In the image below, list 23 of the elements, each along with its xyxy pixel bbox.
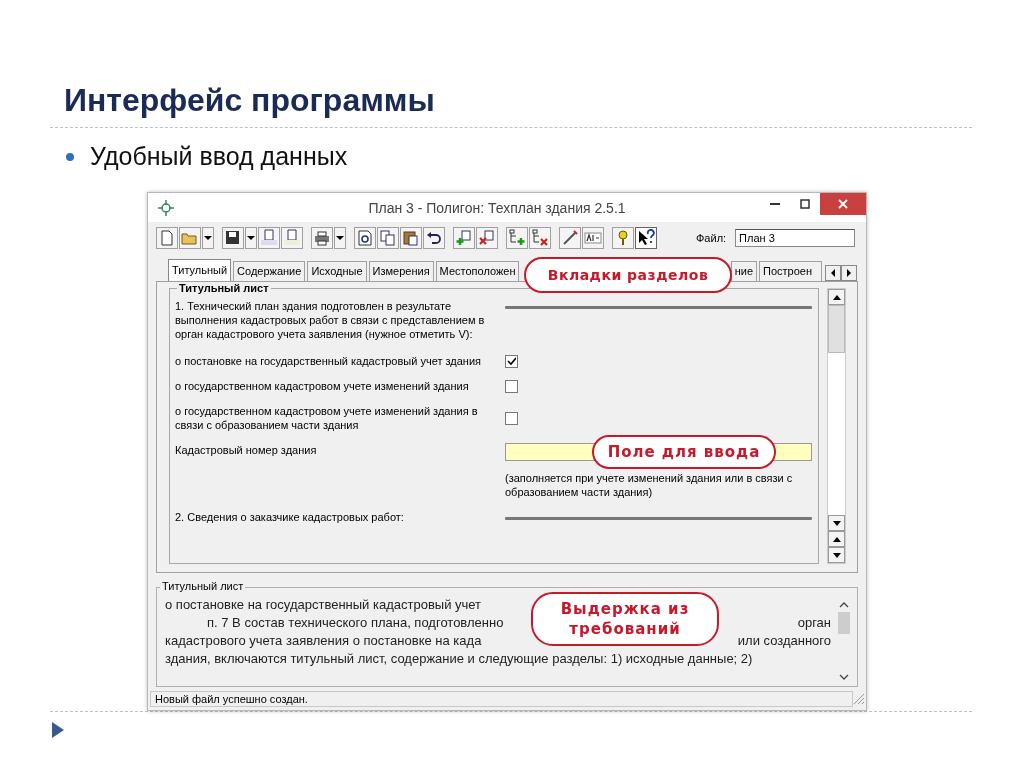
excerpt-text: кадастрового учета заявления о постановке на када [165, 632, 482, 651]
excerpt-text: здания, включаются титульный лист, содержание и следующие разделы: 1) исходные данные; 2) [165, 650, 753, 669]
status-text: Новый файл успешно создан. [150, 691, 853, 708]
callout-tooltip: Выдержка из требований [531, 592, 719, 646]
form-label: о государственном кадастровом учете изменений здания в связи с образованием части здания [175, 404, 479, 433]
group-title: Титульный лист [177, 282, 271, 295]
form-label: Кадастровый номер здания [175, 443, 318, 458]
callout-tooltip: Вкладки разделов [524, 257, 732, 293]
excerpt-text: или созданного [737, 632, 832, 651]
form-label: 2. Сведения о заказчике кадастровых работ: [175, 510, 405, 525]
slide-title: Интерфейс программы [64, 82, 435, 119]
excerpt-text: орган [797, 614, 832, 633]
form-label: 1. Технический план здания подготовлен в результате выполнения кадастровых работ в связи с представлением в орган кадастрового учета заявления (нужное отметить V): [175, 299, 486, 342]
window-title: План 3 - Полигон: Техплан здания 2.5.1 [367, 199, 627, 216]
excerpt-text: о постановке на государственный кадастровый учет [165, 596, 482, 615]
form-label: о государственном кадастровом учете изменений здания [175, 379, 470, 394]
excerpt-text: п. 7 В состав технического плана, подготовленно [206, 614, 504, 633]
field-hint: (заполняется при учете изменений здания или в связи с образованием части здания) [505, 471, 794, 500]
group-title: Титульный лист [160, 580, 246, 593]
file-label: Файл: [696, 231, 727, 244]
form-label: о постановке на государственный кадастровый учет здания [175, 354, 482, 369]
callout-tooltip: Поле для ввода [592, 435, 776, 470]
bullet-text: Удобный ввод данных [90, 142, 348, 171]
